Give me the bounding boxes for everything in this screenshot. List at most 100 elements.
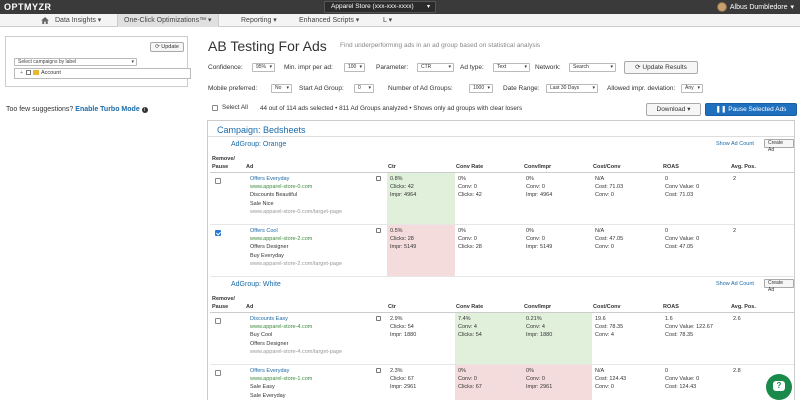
start-adgroup-value: 0 [358,85,361,91]
cost-conv-value: N/A [595,228,605,234]
account-selector-value: Apparel Store (xxx-xxx-xxxx) [331,3,414,10]
conv-rate-clicks: Clicks: 67 [458,384,482,391]
column-header-pause: Pause [212,164,229,170]
roas-cost: Cost: 78.35 [665,332,694,339]
table-row: Offers Cool www.apparel-store-2.com Offe… [210,225,794,277]
create-ad-button[interactable]: Create Ad [764,279,794,293]
roas-conv-value: Conv Value: 0 [665,236,700,243]
roas-cost: Cost: 47.05 [665,244,694,251]
label-select-value: Select campaigns by label [18,59,77,65]
update-results-button[interactable]: ⟳ Update Results [624,61,698,74]
adtype-select[interactable]: Text ▾ [493,63,530,72]
column-header-remove: Remove/ [212,296,235,302]
chat-help-button[interactable] [766,374,792,400]
label-select[interactable]: Select campaigns by label ▾ [14,58,137,66]
parameter-select[interactable]: CTR ▾ [417,63,454,72]
user-menu[interactable]: Albus Dumbledore ▾ [716,1,794,13]
network-label: Network: [535,64,561,71]
min-impr-select[interactable]: 100 ▾ [344,63,365,72]
pause-checkbox[interactable] [215,318,221,324]
ad-headline[interactable]: Offers Everyday [250,367,387,375]
roas-cell: 0 Conv Value: 0 Cost: 47.05 [662,225,730,276]
roas-conv-value: Conv Value: 122.67 [665,324,713,331]
pause-checkbox[interactable] [215,178,221,184]
conv-rate-cell: 0% Conv: 0 Clicks: 28 [455,225,523,276]
copy-icon[interactable] [376,176,381,181]
date-range-select[interactable]: Last 30 Days ▾ [546,84,598,93]
ctr-clicks: Clicks: 42 [390,184,414,191]
ad-headline[interactable]: Offers Cool [250,227,387,235]
cost-conv-cell: 19.6 Cost: 78.35 Conv: 4 [592,313,662,364]
copy-icon[interactable] [376,368,381,373]
tree-item-account[interactable]: Account [41,70,61,76]
adgroup-title[interactable]: AdGroup: Orange [231,141,286,148]
expand-icon[interactable]: + [20,69,24,78]
pause-selected-ads-button[interactable]: ❚❚ Pause Selected Ads [705,103,797,116]
update-button[interactable]: ⟳ Update [150,42,184,52]
confidence-select[interactable]: 95% ▾ [252,63,275,72]
chevron-down-icon: ▾ [697,85,700,91]
update-button-label: Update [161,44,179,50]
remove-pause-cell [212,365,247,400]
column-header-pause: Pause [212,304,229,310]
date-range-label: Date Range: [503,85,540,92]
ad-headline[interactable]: Discounts Easy [250,315,387,323]
copy-icon[interactable] [376,316,381,321]
chevron-down-icon: ▾ [592,85,595,91]
ctr-clicks: Clicks: 28 [390,236,414,243]
cost-conv-cost: Cost: 47.05 [595,236,624,243]
home-icon[interactable] [41,17,49,24]
create-ad-button[interactable]: Create Ad [764,139,794,153]
remove-pause-cell [212,173,247,224]
conv-rate-value: 0% [458,368,466,374]
top-bar: OPTMYZR Apparel Store (xxx-xxx-xxxx) ▾ A… [0,0,800,14]
nav-data-insights[interactable]: Data Insights ▾ [49,14,107,27]
ad-headline[interactable]: Offers Everyday [250,175,387,183]
roas-conv-value: Conv Value: 0 [665,184,700,191]
enable-turbo-link[interactable]: Enable Turbo Mode [75,106,139,113]
pause-icon: ❚❚ [715,106,729,113]
avatar [716,2,727,12]
pause-checkbox[interactable] [215,370,221,376]
divider [208,136,794,137]
ad-final-url: www.apparel-store-2.com/target-page [250,260,343,267]
ad-cell: Offers Everyday www.apparel-store-1.com … [247,365,387,400]
confidence-label: Confidence: [208,64,243,71]
tree-checkbox[interactable] [26,70,31,76]
cost-conv-cell: N/A Cost: 47.05 Conv: 0 [592,225,662,276]
pause-checkbox[interactable] [215,230,221,236]
adgroup-title[interactable]: AdGroup: White [231,281,281,288]
chevron-down-icon: ▾ [426,4,430,10]
start-adgroup-select[interactable]: 0 ▾ [354,84,374,93]
ctr-cell: 0.5% Clicks: 28 Impr: 5149 [387,225,455,276]
column-header-conv-rate: Conv Rate [456,164,484,170]
network-select[interactable]: Search ▾ [569,63,616,72]
ad-description-line-1: Sale Easy [250,384,275,391]
app-logo[interactable]: OPTMYZR [4,2,52,12]
nav-more[interactable]: L ▾ [377,14,398,27]
deviation-select[interactable]: Any ▾ [681,84,703,93]
show-ad-count-link[interactable]: Show Ad Count [716,141,754,147]
ad-display-url: www.apparel-store-2.com [250,236,313,243]
mobile-label: Mobile preferred: [208,85,258,92]
chevron-down-icon: ▾ [790,4,794,11]
num-adgroups-select[interactable]: 1000 ▾ [469,84,493,93]
campaign-panel: Campaign: Bedsheets AdGroup: Orange Show… [207,120,795,400]
show-ad-count-link[interactable]: Show Ad Count [716,281,754,287]
cost-conv-cost: Cost: 78.35 [595,324,624,331]
info-icon[interactable]: i [141,107,148,113]
nav-enhanced-scripts[interactable]: Enhanced Scripts ▾ [293,14,365,27]
chevron-down-icon: ▾ [269,64,272,70]
mobile-select[interactable]: No ▾ [271,84,292,93]
ctr-value: 0.5% [390,228,403,234]
campaign-title[interactable]: Campaign: Bedsheets [217,125,306,135]
nav-one-click-optimizations[interactable]: One-Click Optimizations™ ▾ [117,14,219,27]
account-selector[interactable]: Apparel Store (xxx-xxx-xxxx) ▾ [324,1,436,13]
select-all-checkbox[interactable] [212,105,218,111]
nav-reporting[interactable]: Reporting ▾ [235,14,283,27]
adtype-label: Ad type: [460,64,484,71]
ad-description-line-2: Offers Designer [250,340,289,347]
column-header-conv-impr: Conv/Impr [524,164,552,170]
copy-icon[interactable] [376,228,381,233]
download-button[interactable]: Download ▾ [646,103,701,116]
